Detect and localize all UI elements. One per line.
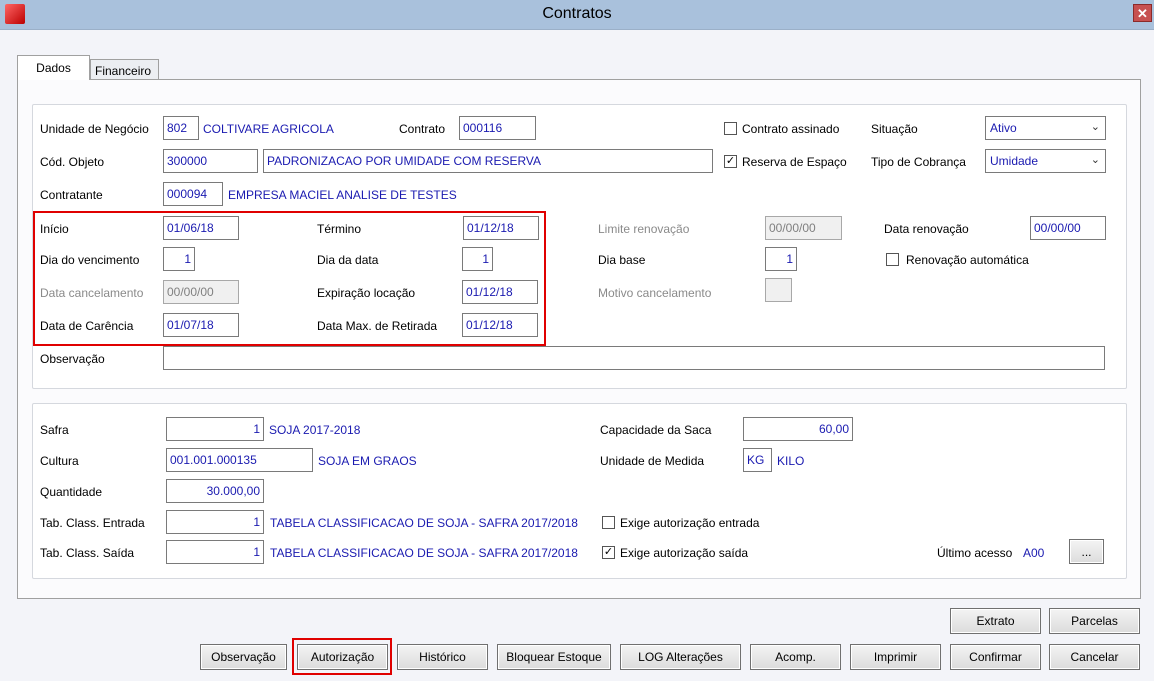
situacao-select[interactable]: Ativo ⌄ bbox=[985, 116, 1106, 140]
cobranca-value: Umidade bbox=[990, 154, 1039, 168]
termino-input[interactable]: 01/12/18 bbox=[463, 216, 539, 240]
renovacao-automatica-label: Renovação automática bbox=[906, 253, 1029, 267]
reserva-label: Reserva de Espaço bbox=[742, 155, 847, 169]
inicio-label: Início bbox=[40, 222, 69, 236]
objeto-label: Cód. Objeto bbox=[40, 155, 105, 169]
observacao-label: Observação bbox=[40, 352, 105, 366]
capacidade-label: Capacidade da Saca bbox=[600, 423, 712, 437]
contratante-name: EMPRESA MACIEL ANALISE DE TESTES bbox=[228, 188, 457, 202]
data-renovacao-label: Data renovação bbox=[884, 222, 969, 236]
max-retirada-label: Data Max. de Retirada bbox=[317, 319, 438, 333]
data-cancelamento-input: 00/00/00 bbox=[163, 280, 239, 304]
termino-label: Término bbox=[317, 222, 362, 236]
exige-saida-checkbox[interactable]: ✓ bbox=[602, 546, 615, 559]
safra-code-input[interactable]: 1 bbox=[166, 417, 264, 441]
exige-saida-label: Exige autorização saída bbox=[620, 546, 749, 560]
capacidade-input[interactable]: 60,00 bbox=[743, 417, 853, 441]
expiracao-label: Expiração locação bbox=[317, 286, 416, 300]
acomp-button[interactable]: Acomp. bbox=[750, 644, 841, 670]
expiracao-input[interactable]: 01/12/18 bbox=[462, 280, 538, 304]
close-button[interactable]: ✕ bbox=[1133, 4, 1152, 22]
observacao-button[interactable]: Observação bbox=[200, 644, 287, 670]
cultura-code-input[interactable]: 001.001.000135 bbox=[166, 448, 313, 472]
data-cancelamento-label: Data cancelamento bbox=[40, 286, 144, 300]
entrada-code-input[interactable]: 1 bbox=[166, 510, 264, 534]
motivo-cancelamento-label: Motivo cancelamento bbox=[598, 286, 712, 300]
ultimo-acesso-label: Último acesso bbox=[937, 546, 1013, 560]
unidade-medida-name: KILO bbox=[777, 454, 805, 468]
safra-label: Safra bbox=[40, 423, 69, 437]
quantidade-input[interactable]: 30.000,00 bbox=[166, 479, 264, 503]
unidade-label: Unidade de Negócio bbox=[40, 122, 149, 136]
historico-button[interactable]: Histórico bbox=[397, 644, 488, 670]
saida-label: Tab. Class. Saída bbox=[40, 546, 135, 560]
cultura-name: SOJA EM GRAOS bbox=[318, 454, 417, 468]
contrato-input[interactable]: 000116 bbox=[459, 116, 536, 140]
highlight-autorizacao-box bbox=[292, 638, 392, 675]
unidade-code-input[interactable]: 802 bbox=[163, 116, 199, 140]
more-button[interactable]: ... bbox=[1069, 539, 1104, 564]
objeto-code-input[interactable]: 300000 bbox=[163, 149, 258, 173]
unidade-medida-label: Unidade de Medida bbox=[600, 454, 705, 468]
dia-data-label: Dia da data bbox=[317, 253, 379, 267]
situacao-label: Situação bbox=[871, 122, 918, 136]
situacao-value: Ativo bbox=[990, 121, 1017, 135]
imprimir-button[interactable]: Imprimir bbox=[850, 644, 941, 670]
data-renovacao-input[interactable]: 00/00/00 bbox=[1030, 216, 1106, 240]
contratante-label: Contratante bbox=[40, 188, 103, 202]
contratante-code-input[interactable]: 000094 bbox=[163, 182, 223, 206]
unidade-medida-input[interactable]: KG bbox=[743, 448, 772, 472]
cobranca-label: Tipo de Cobrança bbox=[871, 155, 966, 169]
bloquear-estoque-button[interactable]: Bloquear Estoque bbox=[497, 644, 611, 670]
tab-financeiro[interactable]: Financeiro bbox=[90, 59, 159, 81]
confirmar-button[interactable]: Confirmar bbox=[950, 644, 1041, 670]
carencia-input[interactable]: 01/07/18 bbox=[163, 313, 239, 337]
contrato-assinado-checkbox[interactable] bbox=[724, 122, 737, 135]
safra-name: SOJA 2017-2018 bbox=[269, 423, 361, 437]
log-alteracoes-button[interactable]: LOG Alterações bbox=[620, 644, 741, 670]
dia-vencimento-input[interactable]: 1 bbox=[163, 247, 195, 271]
limite-label: Limite renovação bbox=[598, 222, 690, 236]
observacao-input[interactable] bbox=[163, 346, 1105, 370]
entrada-name: TABELA CLASSIFICACAO DE SOJA - SAFRA 201… bbox=[270, 516, 578, 530]
motivo-cancelamento-input bbox=[765, 278, 792, 302]
parcelas-button[interactable]: Parcelas bbox=[1049, 608, 1140, 634]
limite-input: 00/00/00 bbox=[765, 216, 842, 240]
carencia-label: Data de Carência bbox=[40, 319, 134, 333]
contrato-assinado-label: Contrato assinado bbox=[742, 122, 840, 136]
cancelar-button[interactable]: Cancelar bbox=[1049, 644, 1140, 670]
chevron-down-icon: ⌄ bbox=[1090, 121, 1100, 133]
dia-data-input[interactable]: 1 bbox=[462, 247, 493, 271]
unidade-name: COLTIVARE AGRICOLA bbox=[203, 122, 334, 136]
inicio-input[interactable]: 01/06/18 bbox=[163, 216, 239, 240]
exige-entrada-label: Exige autorização entrada bbox=[620, 516, 760, 530]
dia-vencimento-label: Dia do vencimento bbox=[40, 253, 140, 267]
objeto-desc-input[interactable]: PADRONIZACAO POR UMIDADE COM RESERVA bbox=[263, 149, 713, 173]
contrato-label: Contrato bbox=[399, 122, 446, 136]
ultimo-acesso-value: A00 bbox=[1023, 546, 1045, 560]
saida-code-input[interactable]: 1 bbox=[166, 540, 264, 564]
quantidade-label: Quantidade bbox=[40, 485, 103, 499]
extrato-button[interactable]: Extrato bbox=[950, 608, 1041, 634]
max-retirada-input[interactable]: 01/12/18 bbox=[462, 313, 538, 337]
window-title: Contratos bbox=[542, 5, 612, 22]
tab-dados[interactable]: Dados bbox=[17, 55, 90, 80]
reserva-checkbox[interactable]: ✓ bbox=[724, 155, 737, 168]
entrada-label: Tab. Class. Entrada bbox=[40, 516, 145, 530]
exige-entrada-checkbox[interactable] bbox=[602, 516, 615, 529]
chevron-down-icon: ⌄ bbox=[1090, 154, 1100, 166]
cobranca-select[interactable]: Umidade ⌄ bbox=[985, 149, 1106, 173]
renovacao-automatica-checkbox[interactable] bbox=[886, 253, 899, 266]
dia-base-input[interactable]: 1 bbox=[765, 247, 797, 271]
dia-base-label: Dia base bbox=[598, 253, 646, 267]
cultura-label: Cultura bbox=[40, 454, 79, 468]
saida-name: TABELA CLASSIFICACAO DE SOJA - SAFRA 201… bbox=[270, 546, 578, 560]
